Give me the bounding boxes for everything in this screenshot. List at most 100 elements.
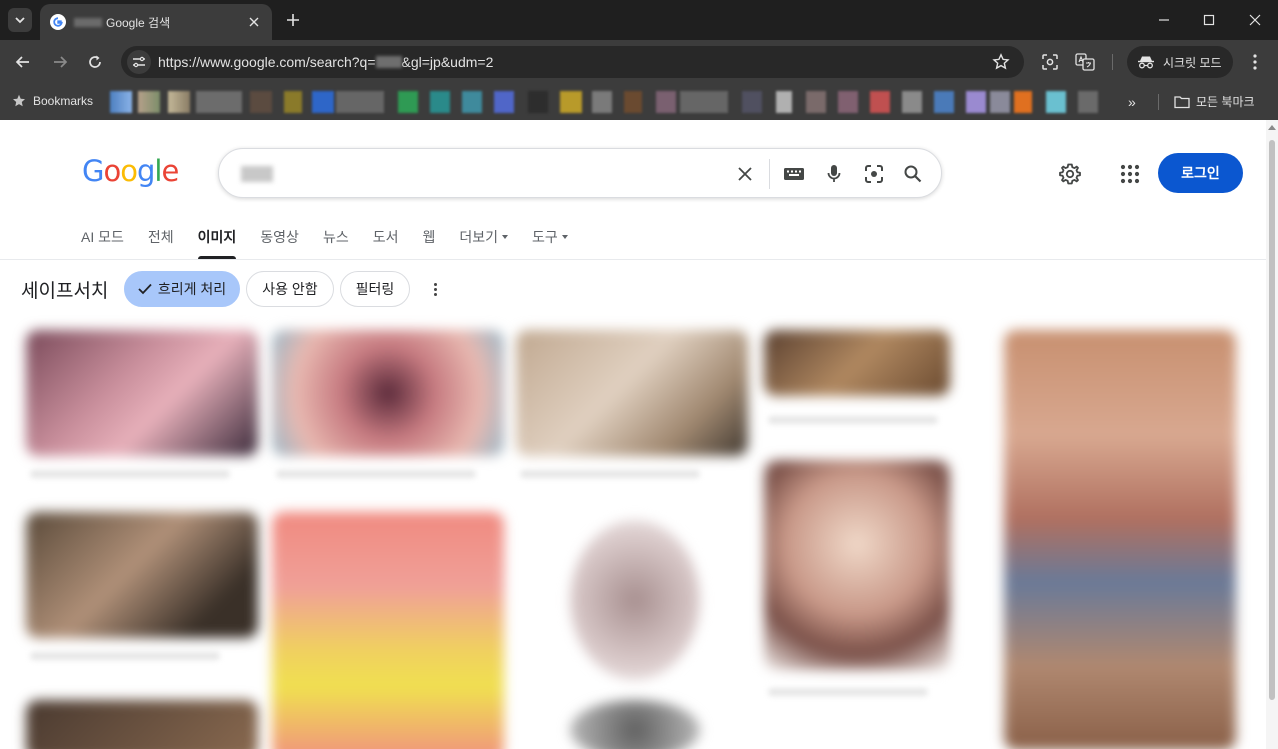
bookmark-item[interactable]	[430, 91, 450, 113]
image-result[interactable]	[570, 700, 700, 749]
translate-icon[interactable]	[1075, 52, 1095, 72]
bookmark-item[interactable]	[312, 91, 334, 113]
image-caption[interactable]	[276, 470, 476, 478]
bookmark-item[interactable]	[838, 91, 858, 113]
bookmark-item[interactable]	[168, 91, 190, 113]
bookmark-item[interactable]	[462, 91, 482, 113]
search-box[interactable]	[218, 148, 942, 198]
url-text[interactable]: https://www.google.com/search?q= &gl=jp&u…	[158, 54, 493, 70]
bookmark-item[interactable]	[398, 91, 418, 113]
tab-web[interactable]: 웹	[422, 228, 435, 258]
close-tab-icon[interactable]	[246, 14, 262, 30]
redacted-search-query[interactable]	[241, 166, 273, 182]
bookmark-item[interactable]	[494, 91, 514, 113]
bookmark-item[interactable]	[1078, 91, 1098, 113]
all-bookmarks-button[interactable]: 모든 북마크	[1174, 93, 1255, 110]
bookmark-item[interactable]	[1046, 91, 1066, 113]
image-result[interactable]	[26, 700, 258, 749]
active-tab[interactable]: Google 검색	[40, 4, 272, 40]
back-arrow-icon[interactable]	[11, 50, 35, 74]
page-scrollbar[interactable]	[1266, 120, 1278, 749]
clear-search-icon[interactable]	[733, 162, 757, 186]
more-options-icon[interactable]	[426, 280, 444, 298]
new-tab-icon[interactable]	[283, 10, 303, 30]
image-result[interactable]	[26, 330, 258, 456]
tab-title: Google 검색	[106, 15, 171, 30]
browser-menu-icon[interactable]	[1245, 52, 1265, 72]
tab-more[interactable]: 더보기	[459, 228, 508, 258]
tab-books[interactable]: 도서	[373, 228, 399, 258]
bookmark-item[interactable]	[592, 91, 612, 113]
address-bar[interactable]: https://www.google.com/search?q= &gl=jp&u…	[121, 46, 1024, 78]
safesearch-off-chip[interactable]: 사용 안함	[246, 271, 334, 307]
bookmark-item[interactable]	[250, 91, 272, 113]
tab-tools[interactable]: 도구	[532, 228, 568, 258]
logo-letter: l	[154, 154, 162, 188]
image-result[interactable]	[272, 512, 504, 749]
close-window-icon[interactable]	[1243, 8, 1267, 32]
bookmark-star-icon[interactable]	[992, 53, 1010, 71]
bookmark-item[interactable]	[336, 91, 384, 113]
scrollbar-thumb[interactable]	[1269, 140, 1275, 700]
bookmark-item[interactable]	[680, 91, 728, 113]
lens-icon[interactable]	[1040, 52, 1060, 72]
image-result[interactable]	[516, 330, 748, 456]
tab-news[interactable]: 뉴스	[323, 228, 349, 258]
image-result[interactable]	[764, 330, 950, 396]
bookmark-item[interactable]	[624, 91, 642, 113]
sign-in-button[interactable]: 로그인	[1158, 153, 1243, 193]
image-caption[interactable]	[768, 416, 938, 424]
site-info-icon[interactable]	[127, 50, 151, 74]
image-caption[interactable]	[30, 652, 220, 660]
google-apps-grid-icon[interactable]	[1118, 162, 1142, 186]
maximize-icon[interactable]	[1197, 8, 1221, 32]
bookmark-item[interactable]	[1014, 91, 1032, 113]
settings-gear-icon[interactable]	[1058, 162, 1082, 186]
folder-icon	[1174, 95, 1190, 108]
image-result[interactable]	[570, 520, 700, 680]
bookmark-item[interactable]	[110, 91, 132, 113]
image-result[interactable]	[1004, 330, 1236, 749]
minimize-icon[interactable]	[1152, 8, 1176, 32]
image-caption[interactable]	[520, 470, 700, 478]
bookmarks-folder[interactable]: Bookmarks	[33, 94, 93, 108]
reload-icon[interactable]	[83, 50, 107, 74]
search-icon[interactable]	[901, 162, 925, 186]
tab-ai-mode[interactable]: AI 모드	[81, 228, 124, 258]
tab-search-button[interactable]	[8, 8, 32, 32]
image-result[interactable]	[26, 512, 258, 638]
bookmark-item[interactable]	[138, 91, 160, 113]
safesearch-blur-chip[interactable]: 흐리게 처리	[124, 271, 240, 307]
google-logo[interactable]: Google	[82, 154, 179, 188]
scroll-up-arrow-icon[interactable]	[1268, 125, 1276, 130]
chip-label: 사용 안함	[262, 281, 318, 297]
image-caption[interactable]	[30, 470, 230, 478]
safesearch-filter-chip[interactable]: 필터링	[340, 271, 410, 307]
image-caption[interactable]	[768, 688, 928, 696]
bookmark-item[interactable]	[806, 91, 826, 113]
forward-arrow-icon[interactable]	[48, 50, 72, 74]
checkmark-icon	[138, 283, 152, 295]
bookmark-item[interactable]	[776, 91, 792, 113]
bookmark-item[interactable]	[990, 91, 1010, 113]
bookmark-item[interactable]	[560, 91, 582, 113]
bookmark-item[interactable]	[934, 91, 954, 113]
bookmark-item[interactable]	[902, 91, 922, 113]
lens-camera-icon[interactable]	[862, 162, 886, 186]
microphone-icon[interactable]	[822, 162, 846, 186]
bookmark-item[interactable]	[196, 91, 242, 113]
tab-videos[interactable]: 동영상	[260, 228, 299, 258]
bookmark-item[interactable]	[966, 91, 986, 113]
bookmark-item[interactable]	[870, 91, 890, 113]
bookmark-item[interactable]	[528, 91, 548, 113]
more-bookmarks-chevron-icon[interactable]: »	[1128, 94, 1136, 110]
incognito-indicator[interactable]: 시크릿 모드	[1127, 46, 1233, 78]
bookmark-item[interactable]	[742, 91, 762, 113]
image-result[interactable]	[764, 460, 950, 670]
image-result[interactable]	[272, 330, 504, 456]
tab-images[interactable]: 이미지	[197, 228, 236, 259]
keyboard-icon[interactable]	[782, 162, 806, 186]
bookmark-item[interactable]	[284, 91, 302, 113]
tab-all[interactable]: 전체	[148, 228, 174, 258]
bookmark-item[interactable]	[656, 91, 676, 113]
